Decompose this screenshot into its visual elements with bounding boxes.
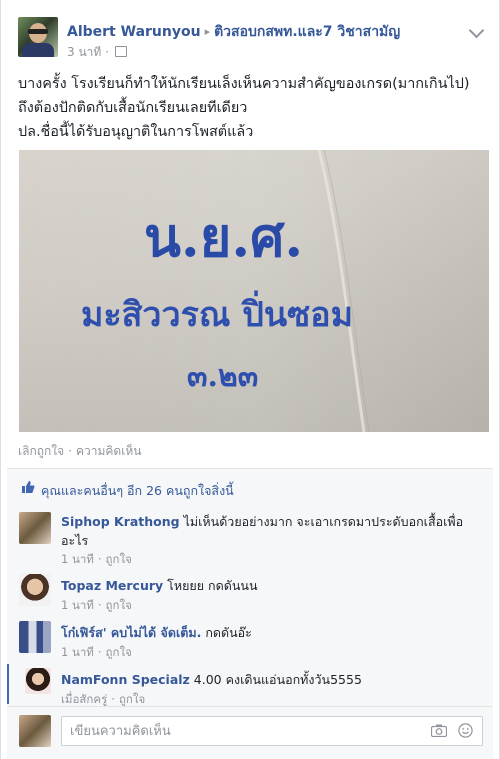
post-photo[interactable]: น.ย.ศ. มะสิววรณ ปิ่นซอม ๓.๒๓: [19, 150, 489, 432]
comment-body: Topaz Mercury โหยยย กดดันนน: [61, 576, 481, 595]
comment-time[interactable]: 1 นาที: [61, 645, 94, 659]
embroidery-grade: ๓.๒๓: [187, 359, 258, 394]
viewer-avatar: [19, 715, 51, 747]
comment-input[interactable]: [61, 716, 483, 746]
comment-meta: 1 นาที · ถูกใจ: [61, 645, 132, 659]
comment-like-link[interactable]: ถูกใจ: [106, 645, 132, 659]
post-text-line: ปล.ชื่อนี้ได้รับอนุญาติในการโพสต์แล้ว: [18, 124, 254, 140]
comment-item: NamFonn Specialz 4.00 คงเดินแอ่นอกทั้งวั…: [7, 662, 493, 708]
embroidered-shirt-image: น.ย.ศ. มะสิววรณ ปิ่นซอม ๓.๒๓: [19, 150, 489, 432]
comment-item: Topaz Mercury โหยยย กดดันนน 1 นาที · ถูกใจ: [7, 568, 493, 614]
comment-link[interactable]: ความคิดเห็น: [76, 444, 141, 458]
commenter-avatar[interactable]: [19, 574, 51, 606]
comment-body: NamFonn Specialz 4.00 คงเดินแอ่นอกทั้งวั…: [61, 670, 481, 689]
likes-summary: คุณและคนอื่นๆ อีก 26 คนถูกใจสิ่งนี้: [7, 468, 493, 507]
comment-text: 4.00 คงเดินแอ่นอกทั้งวัน5555: [193, 672, 362, 687]
post-header: Albert Warunyou ▸ ติวสอบกสพท.และ7 วิชาสามั…: [18, 17, 485, 63]
comment-like-link[interactable]: ถูกใจ: [119, 692, 145, 706]
comment-text: กดดันอ๊ะ: [205, 625, 252, 640]
post-text-line: ถึงต้องปักติดกับเสื้อนักเรียนเลยทีเดียว: [18, 100, 248, 116]
commenter-avatar[interactable]: [25, 668, 51, 694]
post-meta: 3 นาที ·: [67, 43, 127, 62]
comment-item: Siphop Krathong ไม่เห็นด้วยอย่างมาก จะเอ…: [7, 506, 493, 568]
group-name[interactable]: ติวสอบกสพท.และ7 วิชาสามัญ: [214, 24, 400, 40]
action-dot: ·: [68, 444, 72, 458]
embroidery-name: มะสิววรณ ปิ่นซอม: [81, 290, 353, 335]
comment-list: Siphop Krathong ไม่เห็นด้วยอย่างมาก จะเอ…: [7, 506, 493, 759]
comment-composer: [7, 706, 493, 755]
commenter-name[interactable]: Siphop Krathong: [61, 514, 180, 529]
author-avatar[interactable]: [18, 17, 58, 57]
group-arrow-icon: ▸: [204, 25, 211, 38]
commenter-avatar[interactable]: [19, 512, 51, 544]
commenter-avatar[interactable]: [19, 621, 51, 653]
like-thumb-icon: [22, 481, 35, 493]
embroidery-title: น.ย.ศ.: [144, 205, 303, 269]
comment-time[interactable]: 1 นาที: [61, 552, 94, 566]
post-time[interactable]: 3 นาที: [67, 45, 101, 59]
comment-time[interactable]: เมื่อสักครู่: [61, 692, 107, 706]
audience-icon[interactable]: [114, 46, 127, 57]
commenter-name[interactable]: NamFonn Specialz: [61, 672, 190, 687]
post-actions: เลิกถูกใจ · ความคิดเห็น: [18, 442, 141, 461]
comment-like-link[interactable]: ถูกใจ: [106, 598, 132, 612]
comment-meta: 1 นาที · ถูกใจ: [61, 598, 132, 612]
post-card: Albert Warunyou ▸ ติวสอบกสพท.และ7 วิชาสามั…: [0, 0, 500, 759]
comment-text: โหยยย กดดันนน: [167, 578, 258, 593]
chevron-down-icon[interactable]: [468, 22, 485, 39]
author-line: Albert Warunyou ▸ ติวสอบกสพท.และ7 วิชาสามั…: [67, 21, 400, 43]
meta-dot: ·: [105, 45, 109, 59]
comment-time[interactable]: 1 นาที: [61, 598, 94, 612]
likes-text[interactable]: คุณและคนอื่นๆ อีก 26 คนถูกใจสิ่งนี้: [41, 481, 234, 501]
comment-body: Siphop Krathong ไม่เห็นด้วยอย่างมาก จะเอ…: [61, 512, 481, 550]
author-name[interactable]: Albert Warunyou: [67, 24, 201, 40]
comment-body: โก๋เฟิร์ส' คบไม่ได้ จัดเต็ม. กดดันอ๊ะ: [61, 623, 481, 642]
unlike-link[interactable]: เลิกถูกใจ: [18, 444, 64, 458]
commenter-name[interactable]: Topaz Mercury: [61, 578, 163, 593]
comment-item: โก๋เฟิร์ส' คบไม่ได้ จัดเต็ม. กดดันอ๊ะ 1 …: [7, 616, 493, 662]
post-text: บางครั้ง โรงเรียนก็ทำให้นักเรียนเล็งเห็น…: [18, 72, 488, 144]
commenter-name[interactable]: โก๋เฟิร์ส' คบไม่ได้ จัดเต็ม.: [61, 625, 201, 640]
reply-thread-line: [7, 664, 9, 704]
camera-icon[interactable]: [431, 724, 447, 737]
comment-like-link[interactable]: ถูกใจ: [106, 552, 132, 566]
post-text-line: บางครั้ง โรงเรียนก็ทำให้นักเรียนเล็งเห็น…: [18, 76, 470, 92]
smile-icon[interactable]: [458, 723, 473, 738]
comment-meta: 1 นาที · ถูกใจ: [61, 552, 132, 566]
